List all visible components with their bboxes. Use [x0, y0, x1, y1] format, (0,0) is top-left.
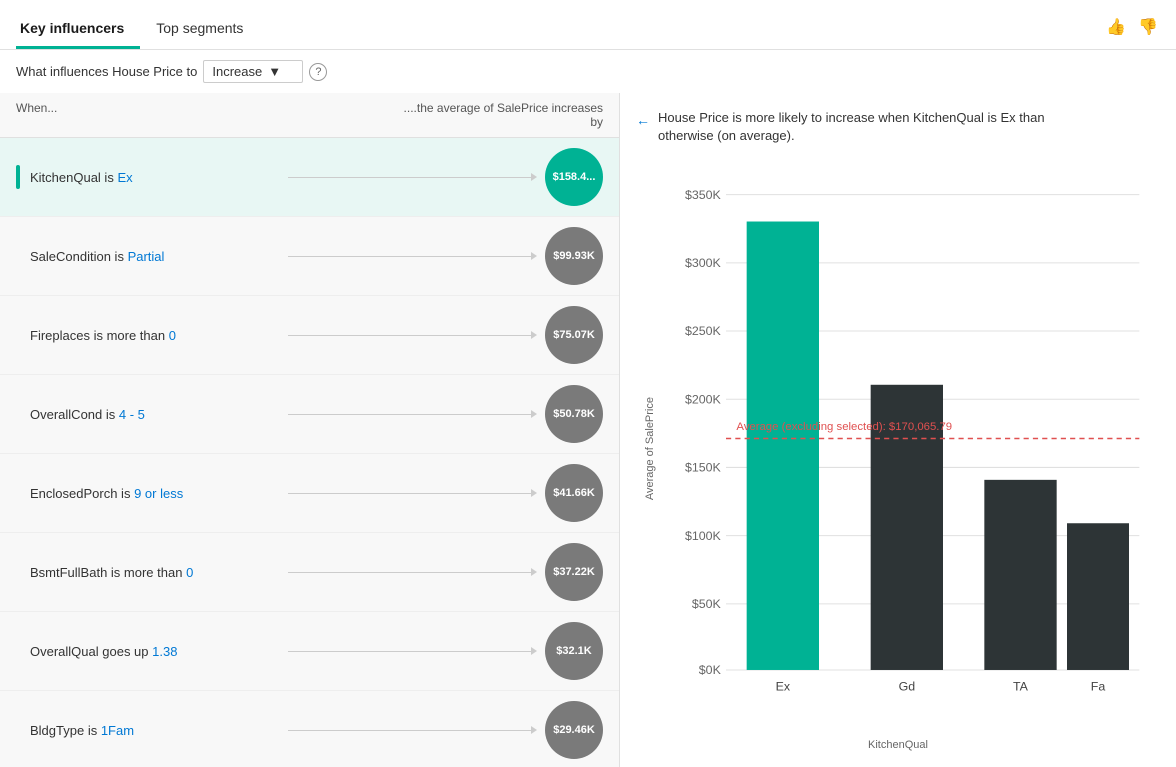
subtitle-prefix: What influences House Price to [16, 64, 197, 79]
connector-line [288, 176, 538, 178]
left-panel-header: When... ....the average of SalePrice inc… [0, 93, 619, 138]
thumbs-up-icon[interactable]: 👍 [1104, 15, 1128, 39]
influencer-row[interactable]: BsmtFullBath is more than 0 $37.22K [0, 533, 619, 612]
header: Key influencers Top segments 👍 👎 [0, 0, 1176, 50]
tab-key-influencers[interactable]: Key influencers [16, 12, 140, 49]
back-arrow-icon[interactable]: ← [636, 111, 650, 131]
main-content: When... ....the average of SalePrice inc… [0, 93, 1176, 767]
influencer-row[interactable]: OverallCond is 4 - 5 $50.78K [0, 375, 619, 454]
influence-dropdown[interactable]: Increase ▼ [203, 60, 303, 83]
influencer-label: BsmtFullBath is more than 0 [30, 565, 280, 580]
help-icon[interactable]: ? [309, 63, 327, 81]
chart-description: ← House Price is more likely to increase… [636, 109, 1160, 145]
influencer-label: SaleCondition is Partial [30, 249, 280, 264]
influencer-label: EnclosedPorch is 9 or less [30, 486, 280, 501]
connector-line [288, 492, 538, 494]
left-panel: When... ....the average of SalePrice inc… [0, 93, 620, 767]
influencer-label: KitchenQual is Ex [30, 170, 280, 185]
svg-text:$150K: $150K [685, 461, 722, 475]
connector-line [288, 413, 538, 415]
svg-text:$300K: $300K [685, 256, 722, 270]
header-icons: 👍 👎 [1104, 15, 1160, 47]
x-label-ta: TA [1013, 680, 1029, 694]
svg-text:$350K: $350K [685, 188, 722, 202]
svg-text:$200K: $200K [685, 393, 722, 407]
dropdown-value: Increase [212, 64, 262, 79]
value-bubble: $99.93K [545, 227, 603, 285]
svg-text:$0K: $0K [699, 663, 722, 677]
subtitle-bar: What influences House Price to Increase … [0, 50, 1176, 93]
connector-line [288, 334, 538, 336]
value-bubble: $75.07K [545, 306, 603, 364]
increases-column-header: ....the average of SalePrice increases b… [403, 101, 603, 129]
influencer-list: KitchenQual is Ex $158.4... SaleConditio… [0, 138, 619, 767]
x-label-ex: Ex [776, 680, 791, 694]
connector-line [288, 650, 538, 652]
when-column-header: When... [16, 101, 403, 129]
chart-area: Average of SalePrice $350K $300K [636, 161, 1160, 751]
value-bubble: $32.1K [545, 622, 603, 680]
x-label-gd: Gd [899, 680, 916, 694]
influencer-row[interactable]: KitchenQual is Ex $158.4... [0, 138, 619, 217]
value-bubble: $29.46K [545, 701, 603, 759]
x-label-fa: Fa [1091, 680, 1106, 694]
thumbs-down-icon[interactable]: 👎 [1136, 15, 1160, 39]
influencer-row[interactable]: Fireplaces is more than 0 $75.07K [0, 296, 619, 375]
bar-chart: $350K $300K $250K $200K $150K $100K [664, 161, 1160, 735]
bar-ta[interactable] [984, 480, 1056, 670]
connector-line [288, 729, 538, 731]
influencer-row[interactable]: BldgType is 1Fam $29.46K [0, 691, 619, 767]
influencer-label: BldgType is 1Fam [30, 723, 280, 738]
svg-text:$250K: $250K [685, 325, 722, 339]
y-axis-label: Average of SalePrice [644, 397, 656, 500]
chart-description-line2: otherwise (on average). [658, 128, 795, 143]
tab-top-segments[interactable]: Top segments [152, 12, 259, 49]
influencer-row[interactable]: EnclosedPorch is 9 or less $41.66K [0, 454, 619, 533]
svg-text:$50K: $50K [692, 597, 722, 611]
value-bubble: $41.66K [545, 464, 603, 522]
bar-fa[interactable] [1067, 524, 1129, 671]
value-bubble: $158.4... [545, 148, 603, 206]
influencer-row[interactable]: SaleCondition is Partial $99.93K [0, 217, 619, 296]
connector-line [288, 255, 538, 257]
x-axis-label: KitchenQual [636, 739, 1160, 751]
chart-description-line1: House Price is more likely to increase w… [658, 110, 1045, 125]
bar-ex[interactable] [747, 222, 819, 670]
svg-text:$100K: $100K [685, 529, 722, 543]
tab-bar: Key influencers Top segments [16, 12, 271, 49]
influencer-label: Fireplaces is more than 0 [30, 328, 280, 343]
value-bubble: $37.22K [545, 543, 603, 601]
chevron-down-icon: ▼ [268, 64, 281, 79]
influencer-label: OverallQual goes up 1.38 [30, 644, 280, 659]
app-container: Key influencers Top segments 👍 👎 What in… [0, 0, 1176, 767]
selected-indicator [16, 165, 20, 189]
value-bubble: $50.78K [545, 385, 603, 443]
influencer-label: OverallCond is 4 - 5 [30, 407, 280, 422]
right-panel: ← House Price is more likely to increase… [620, 93, 1176, 767]
connector-line [288, 571, 538, 573]
avg-line-label: Average (excluding selected): $170,065.7… [736, 422, 952, 434]
influencer-row[interactable]: OverallQual goes up 1.38 $32.1K [0, 612, 619, 691]
